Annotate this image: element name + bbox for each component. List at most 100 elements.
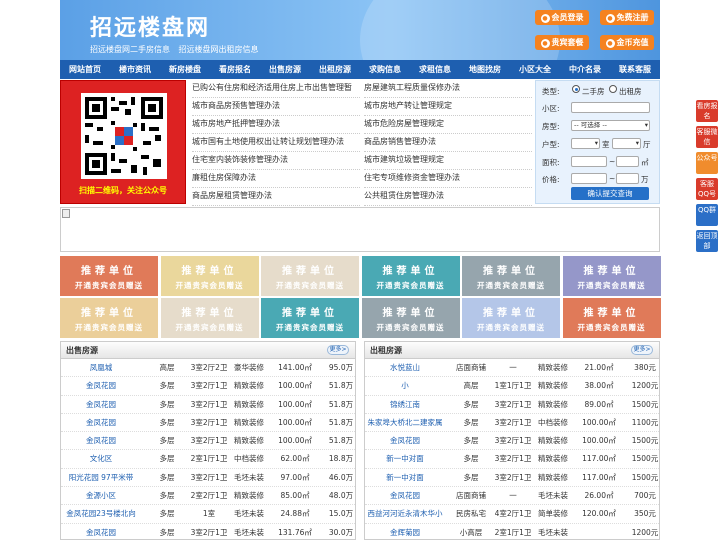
sidebar-button-3[interactable]: 客服QQ号 [696,178,718,200]
policy-link[interactable]: 住宅专项维修资金管理办法 [364,170,532,188]
recommend-ad-tile[interactable]: 推荐单位 开通贵宾会员赠送 [160,256,259,296]
listing-name[interactable]: 金凤花园 [61,377,141,395]
recommend-ad-tile[interactable]: 推荐单位 开通贵宾会员赠送 [562,298,661,338]
radio-secondhand[interactable] [572,85,580,93]
listing-row[interactable]: 金源小区 多层 2室2厅1卫 精致装修 85.00㎡ 48.0万 [61,487,355,506]
nav-item[interactable]: 求租信息 [410,60,460,79]
listing-row[interactable]: 西益河河近永清木华小 民房私宅 4室2厅1卫 简单装修 120.00㎡ 350元 [365,505,659,524]
policy-link[interactable]: 住宅室内装饰装修管理办法 [192,152,360,170]
recommend-ad-tile[interactable]: 推荐单位 开通贵宾会员赠送 [361,256,460,296]
house-type-select[interactable]: -- 可选择 -- ▾ [571,120,650,131]
nav-item[interactable]: 求购信息 [360,60,410,79]
recommend-ad-tile[interactable]: 推荐单位 开通贵宾会员赠送 [562,256,661,296]
price-max-input[interactable] [616,173,639,184]
recommend-ad-tile[interactable]: 推荐单位 开通贵宾会员赠送 [160,298,259,338]
nav-item[interactable]: 新房楼盘 [160,60,210,79]
sidebar-button-4[interactable]: QQ群 [696,204,718,226]
policy-link[interactable]: 城市房地产抵押管理办法 [192,116,360,134]
sidebar-button-2[interactable]: 公众号 [696,152,718,174]
listing-row[interactable]: 朱家埠大桥北二建家属 多层 3室2厅1卫 中档装修 100.00㎡ 1100元 [365,414,659,433]
listing-row[interactable]: 金凤花园 多层 3室2厅1卫 精致装修 100.00㎡ 51.8万 [61,396,355,414]
listing-name[interactable]: 金源小区 [61,487,141,505]
listing-row[interactable]: 文化区 多层 2室1厅1卫 中档装修 62.00㎡ 18.8万 [61,450,355,469]
policy-link[interactable]: 公共租赁住房管理办法 [364,188,532,206]
rent-more-button[interactable]: 更多> [631,345,653,355]
listing-name[interactable]: 朱家埠大桥北二建家属 [365,414,445,432]
listing-name[interactable]: 新一中对面 [365,469,445,487]
recommend-ad-tile[interactable]: 推荐单位 开通贵宾会员赠送 [261,256,359,296]
recommend-ad-tile[interactable]: 推荐单位 开通贵宾会员赠送 [361,298,460,338]
policy-link[interactable]: 城市房地产转让管理规定 [364,98,532,116]
listing-name[interactable]: 阳光花园 97平米带 [61,469,141,487]
login-button[interactable]: ● 会员登录 [535,10,589,25]
listing-row[interactable]: 金凤花园 多层 3室2厅1卫 精致装修 100.00㎡ 51.8万 [61,377,355,396]
nav-item[interactable]: 联系客服 [610,60,660,79]
listing-row[interactable]: 小高层 1室1厅1卫 精致装修 38.00㎡ 1200元 [365,377,659,396]
listing-name[interactable]: 锦绣江南 [365,396,445,414]
listing-name[interactable]: 小 [365,377,445,395]
listing-name[interactable]: 金凤花园 [365,432,445,450]
search-submit-button[interactable]: 确认提交查询 [571,187,649,200]
listing-row[interactable]: 金凤花园 多层 3室2厅1卫 精致装修 100.00㎡ 51.8万 [61,414,355,433]
listing-row[interactable]: 金凤花园23号楼北向 多层 1室 毛坯未装 24.88㎡ 15.0万 [61,505,355,524]
policy-link[interactable]: 房屋建筑工程质量保修办法 [364,80,532,98]
sidebar-button-0[interactable]: 看房报名 [696,100,718,122]
policy-link[interactable]: 廉租住房保障办法 [192,170,360,188]
nav-item[interactable]: 出租房源 [310,60,360,79]
listing-row[interactable]: 新一中对面 多层 3室2厅1卫 精致装修 117.00㎡ 1500元 [365,469,659,488]
listing-name[interactable]: 金凤花园 [61,396,141,414]
nav-item[interactable]: 网站首页 [60,60,110,79]
listing-name[interactable]: 新一中对面 [365,450,445,468]
policy-link[interactable]: 已购公有住房和经济适用住房上市出售管理暂 [192,80,360,98]
policy-link[interactable]: 城市危险房屋管理规定 [364,116,532,134]
policy-link[interactable]: 城市建筑垃圾管理规定 [364,152,532,170]
policy-link[interactable]: 商品房屋租赁管理办法 [192,188,360,206]
listing-name[interactable]: 西益河河近永清木华小 [365,505,445,523]
recommend-ad-tile[interactable]: 推荐单位 开通贵宾会员赠送 [261,298,359,338]
listing-name[interactable]: 金凤花园23号楼北向 [61,505,141,523]
recommend-ad-tile[interactable]: 推荐单位 开通贵宾会员赠送 [60,256,158,296]
recharge-button[interactable]: ● 金币充值 [600,35,654,50]
listing-row[interactable]: 金凤花园 多层 3室2厅1卫 毛坯未装 131.76㎡ 30.0万 [61,524,355,539]
listing-row[interactable]: 锦绣江南 多层 3室2厅1卫 精致装修 89.00㎡ 1500元 [365,396,659,414]
listing-row[interactable]: 水悦蓝山 店面商铺一精致装修 21.00㎡ 380元 [365,359,659,378]
radio-rental[interactable] [609,85,617,93]
listing-row[interactable]: 金凤花园 多层 3室2厅1卫 精致装修 100.00㎡ 1500元 [365,432,659,451]
listing-name[interactable]: 水悦蓝山 [365,359,445,377]
listing-name[interactable]: 金凤花园 [61,414,141,432]
sidebar-button-5[interactable]: 返回顶部 [696,230,718,252]
sale-more-button[interactable]: 更多> [327,345,349,355]
recommend-ad-tile[interactable]: 推荐单位 开通贵宾会员赠送 [462,298,560,338]
area-max-input[interactable] [616,156,639,167]
listing-row[interactable]: 阳光花园 97平米带 多层 3室2厅1卫 毛坯未装 97.00㎡ 46.0万 [61,469,355,488]
policy-link[interactable]: 城市国有土地使用权出让转让规划管理办法 [192,134,360,152]
area-min-input[interactable] [571,156,607,167]
policy-link[interactable]: 商品房销售管理办法 [364,134,532,152]
nav-item[interactable]: 小区大全 [510,60,560,79]
listing-name[interactable]: 金凤花园 [365,487,445,505]
nav-item[interactable]: 出售房源 [260,60,310,79]
listing-row[interactable]: 金凤花园 多层 3室2厅1卫 精致装修 100.00㎡ 51.8万 [61,432,355,451]
register-button[interactable]: ● 免费注册 [600,10,654,25]
listing-row[interactable]: 金凤花园 店面商铺一毛坯未装 26.00㎡ 700元 [365,487,659,506]
nav-item[interactable]: 楼市资讯 [110,60,160,79]
sidebar-button-1[interactable]: 客服微信 [696,126,718,148]
listing-row[interactable]: 金辉菊园 小高层 2室1厅1卫 毛坯未装 1200元 [365,524,659,539]
nav-item[interactable]: 看房报名 [210,60,260,79]
recommend-ad-tile[interactable]: 推荐单位 开通贵宾会员赠送 [462,256,560,296]
room-select[interactable]: ▾ [571,138,600,149]
site-logo[interactable]: 招远楼盘网 [90,10,210,42]
listing-row[interactable]: 凤凰城 高层 3室2厅2卫 豪华装修 141.00㎡ 95.0万 [61,359,355,378]
community-input[interactable] [571,102,650,113]
listing-name[interactable]: 凤凰城 [61,359,141,377]
vip-package-button[interactable]: ● 贵宾套餐 [535,35,589,50]
banner-ad[interactable] [60,207,660,252]
nav-item[interactable]: 地图找房 [460,60,510,79]
recommend-ad-tile[interactable]: 推荐单位 开通贵宾会员赠送 [60,298,158,338]
listing-row[interactable]: 新一中对面 多层 3室2厅1卫 精致装修 117.00㎡ 1500元 [365,450,659,469]
listing-name[interactable]: 金辉菊园 [365,524,445,539]
listing-name[interactable]: 金凤花园 [61,524,141,539]
policy-link[interactable]: 城市商品房预售管理办法 [192,98,360,116]
nav-item[interactable]: 中介名录 [560,60,610,79]
listing-name[interactable]: 金凤花园 [61,432,141,450]
